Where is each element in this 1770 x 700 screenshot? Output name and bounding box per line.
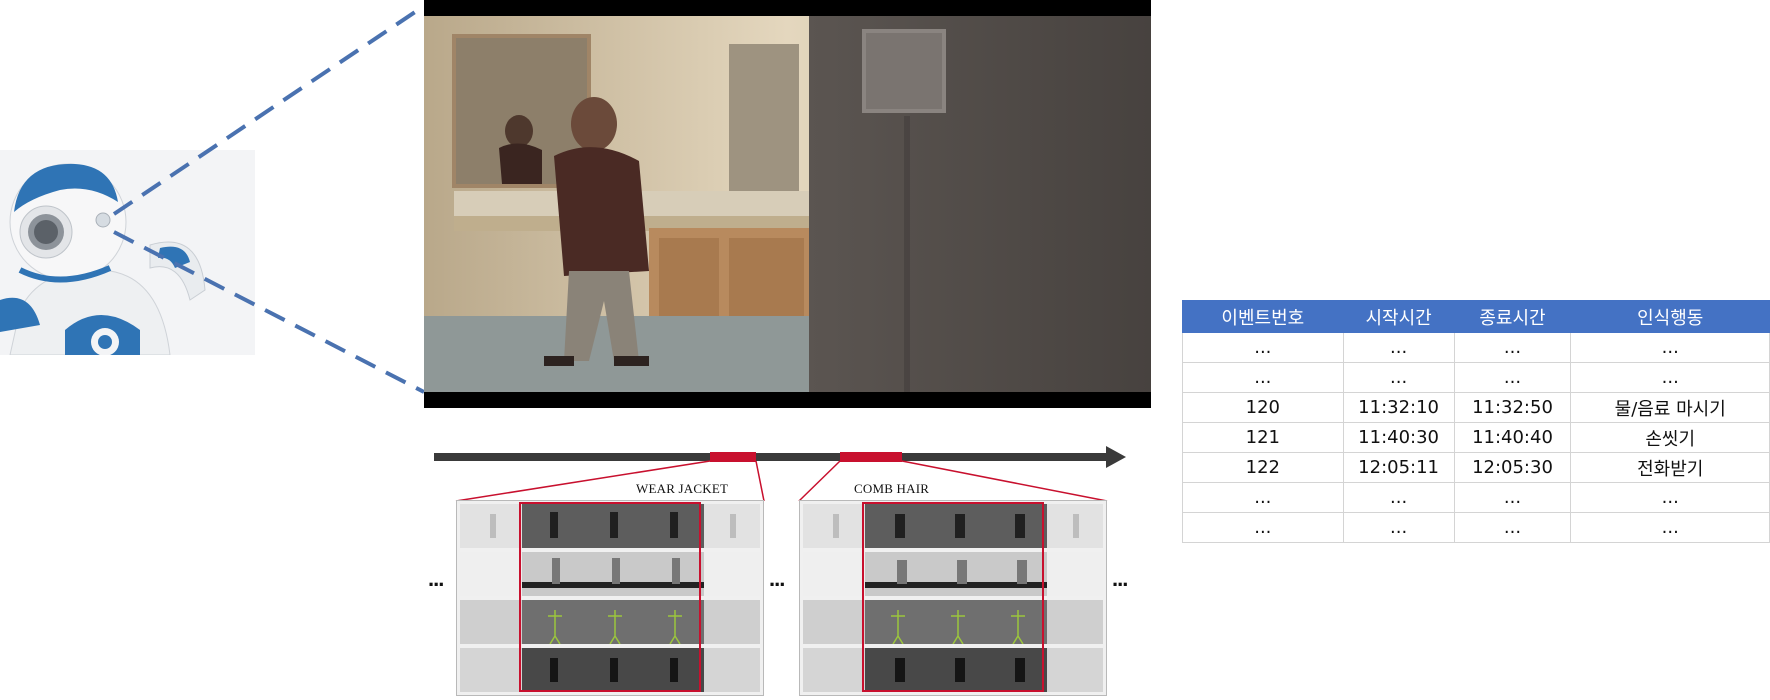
frame-panel-comb-hair [799, 500, 1107, 696]
table-row: ... ... ... ... [1182, 512, 1770, 543]
table-cell: ... [1570, 512, 1770, 543]
table-header-row: 이벤트번호 시작시간 종료시간 인식행동 [1182, 300, 1770, 333]
table-cell: ... [1342, 332, 1455, 363]
table-cell: 손씻기 [1570, 422, 1770, 453]
connector-line [798, 460, 841, 502]
table-row: ... ... ... ... [1182, 482, 1770, 513]
highlight-box [862, 502, 1044, 692]
table-cell: 물/음료 마시기 [1570, 392, 1770, 423]
connector-line [901, 460, 1108, 502]
table-row: 120 11:32:10 11:32:50 물/음료 마시기 [1182, 392, 1770, 423]
table-cell: 121 [1182, 422, 1344, 453]
table-cell: ... [1453, 512, 1572, 543]
table-cell: ... [1453, 362, 1572, 393]
ellipsis-middle: ... [769, 566, 785, 591]
ellipsis-right: ... [1112, 566, 1128, 591]
connector-line [755, 460, 765, 502]
table-row: ... ... ... ... [1182, 362, 1770, 393]
table-cell: 11:40:30 [1342, 422, 1455, 453]
header-end-time: 종료시간 [1453, 300, 1572, 333]
table-cell: 전화받기 [1570, 452, 1770, 483]
table-cell: 12:05:30 [1453, 452, 1572, 483]
table-cell: ... [1342, 482, 1455, 513]
table-cell: ... [1453, 482, 1572, 513]
table-cell: ... [1182, 482, 1344, 513]
event-label-comb-hair: COMB HAIR [854, 481, 930, 496]
table-row: 122 12:05:11 12:05:30 전화받기 [1182, 452, 1770, 483]
segment-wear-jacket [710, 452, 756, 462]
table-cell: 12:05:11 [1342, 452, 1455, 483]
segment-comb-hair [840, 452, 902, 462]
header-event-number: 이벤트번호 [1182, 300, 1344, 333]
highlight-box [519, 502, 701, 692]
table-cell: 11:40:40 [1453, 422, 1572, 453]
ellipsis-left: ... [428, 566, 444, 591]
event-table: 이벤트번호 시작시간 종료시간 인식행동 ... ... ... ... ...… [1182, 300, 1770, 543]
table-cell: ... [1182, 512, 1344, 543]
table-cell: 120 [1182, 392, 1344, 423]
table-cell: ... [1570, 362, 1770, 393]
table-cell: ... [1570, 332, 1770, 363]
table-cell: ... [1453, 332, 1572, 363]
table-cell: 11:32:10 [1342, 392, 1455, 423]
table-cell: ... [1182, 362, 1344, 393]
event-label-wear-jacket: WEAR JACKET [636, 481, 729, 496]
table-cell: ... [1342, 362, 1455, 393]
timeline-arrowhead [1106, 446, 1126, 468]
header-recognized-action: 인식행동 [1570, 300, 1770, 333]
table-cell: ... [1570, 482, 1770, 513]
table-cell: ... [1182, 332, 1344, 363]
table-cell: 122 [1182, 452, 1344, 483]
table-cell: ... [1342, 512, 1455, 543]
header-start-time: 시작시간 [1342, 300, 1455, 333]
table-row: ... ... ... ... [1182, 332, 1770, 363]
frame-panel-wear-jacket [456, 500, 764, 696]
table-cell: 11:32:50 [1453, 392, 1572, 423]
table-row: 121 11:40:30 11:40:40 손씻기 [1182, 422, 1770, 453]
